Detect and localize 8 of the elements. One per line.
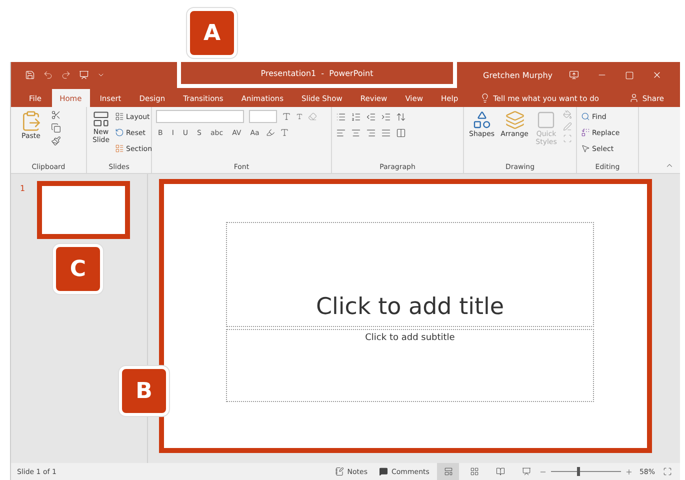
slide-number: 1 [20, 184, 26, 193]
callout-badge: B [119, 366, 169, 416]
title-placeholder[interactable]: Click to add title [226, 222, 594, 327]
window-title: Presentation1 - PowerPoint [260, 68, 374, 78]
callout-badge: C [53, 244, 103, 294]
subtitle-placeholder[interactable]: Click to add subtitle [226, 329, 594, 402]
user-name: Gretchen Murphy [483, 70, 554, 80]
callout-badge: A [187, 8, 237, 58]
